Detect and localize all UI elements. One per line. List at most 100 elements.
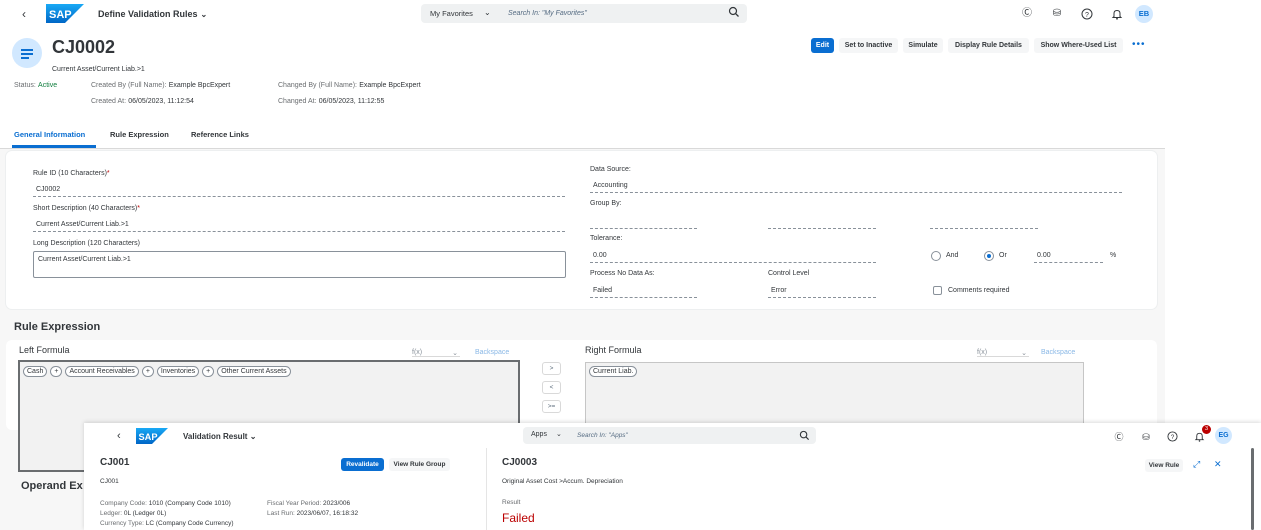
- last-run-field: Last Run: 2023/06/07, 16:18:32: [267, 510, 359, 517]
- more-icon[interactable]: •••: [1132, 39, 1146, 50]
- left-formula-label: Left Formula: [19, 345, 70, 355]
- operator-greater-button[interactable]: >: [542, 362, 561, 375]
- token-plus[interactable]: +: [202, 366, 215, 377]
- page-title: CJ0002: [52, 37, 116, 57]
- tolerance-input[interactable]: 0.00: [590, 250, 876, 263]
- created-at-field: Created At: 06/05/2023, 11:12:54: [91, 98, 194, 105]
- group-by-input-1[interactable]: [590, 216, 697, 229]
- tab-rule-expression[interactable]: Rule Expression: [110, 130, 169, 139]
- chevron-down-icon[interactable]: ⌄: [556, 430, 562, 438]
- app-title-menu[interactable]: Validation Result ⌄: [183, 432, 256, 441]
- left-rule-title: CJ001: [100, 457, 130, 468]
- changed-by-field: Changed By (Full Name): Example BpcExper…: [278, 82, 421, 89]
- scrollbar[interactable]: [1251, 448, 1254, 530]
- token-current-liab[interactable]: Current Liab.: [589, 366, 638, 377]
- control-level-select[interactable]: Error: [768, 285, 876, 298]
- revalidate-button[interactable]: Revalidate: [341, 458, 384, 471]
- process-no-data-label: Process No Data As:: [590, 270, 655, 277]
- avatar[interactable]: EB: [1135, 5, 1153, 23]
- operator-greater-equal-button[interactable]: >=: [542, 400, 561, 413]
- view-rule-group-button[interactable]: View Rule Group: [389, 458, 450, 471]
- rule-expression-title: Rule Expression: [14, 321, 101, 333]
- bell-icon[interactable]: [1111, 8, 1123, 20]
- comments-required-checkbox[interactable]: [933, 286, 942, 295]
- changed-at-field: Changed At: 06/05/2023, 11:12:55: [278, 98, 385, 105]
- token-cash[interactable]: Cash: [23, 366, 48, 377]
- or-radio[interactable]: [984, 251, 994, 261]
- group-by-input-2[interactable]: [768, 216, 876, 229]
- pane-divider: [486, 448, 487, 530]
- currency-type-field: Currency Type: LC (Company Code Currency…: [100, 520, 234, 527]
- status-field: Status: Active: [14, 82, 58, 89]
- left-rule-subtitle: CJ001: [100, 478, 119, 485]
- fiscal-year-period-field: Fiscal Year Period: 2023/006: [267, 500, 351, 507]
- app-title: Define Validation Rules: [98, 9, 198, 19]
- expand-icon[interactable]: ⤢: [1193, 459, 1200, 470]
- joule-icon[interactable]: Ⓒ: [1021, 8, 1033, 20]
- search-scope-select[interactable]: My Favorites: [430, 9, 473, 18]
- where-used-button[interactable]: Show Where-Used List: [1034, 38, 1123, 53]
- chevron-down-icon: ⌄: [1021, 350, 1027, 357]
- process-no-data-select[interactable]: Failed: [590, 285, 697, 298]
- token-account-receivables[interactable]: Account Receivables: [65, 366, 139, 377]
- token-plus[interactable]: +: [50, 366, 63, 377]
- back-icon[interactable]: ‹: [22, 7, 26, 21]
- result-value: Failed: [502, 511, 535, 525]
- right-rule-title: CJ0003: [502, 457, 538, 468]
- company-code-field: Company Code: 1010 (Company Code 1010): [100, 500, 231, 507]
- help-icon[interactable]: ?: [1167, 431, 1178, 442]
- chevron-down-icon[interactable]: ⌄: [484, 8, 491, 17]
- right-fx-select[interactable]: f(x) ⌄: [977, 349, 1029, 357]
- search-input[interactable]: Search In: "My Favorites": [508, 10, 587, 17]
- help-icon[interactable]: ?: [1081, 8, 1093, 20]
- notification-count-badge: 3: [1202, 425, 1211, 434]
- search-icon[interactable]: [728, 6, 740, 18]
- sap-logo: SAP: [46, 4, 84, 23]
- rule-object-icon: [12, 38, 42, 68]
- svg-text:?: ?: [1085, 12, 1089, 19]
- feedback-icon[interactable]: ⛁: [1140, 431, 1152, 443]
- search-icon[interactable]: [799, 430, 810, 441]
- search-bar: [523, 427, 816, 444]
- token-inventories[interactable]: Inventories: [156, 366, 200, 377]
- percent-label: %: [1110, 252, 1117, 259]
- display-rule-details-button[interactable]: Display Rule Details: [948, 38, 1029, 53]
- set-inactive-button[interactable]: Set to Inactive: [839, 38, 898, 53]
- data-source-input[interactable]: Accounting: [590, 180, 1122, 193]
- simulate-button[interactable]: Simulate: [903, 38, 943, 53]
- tolerance-percent-input[interactable]: 0.00: [1034, 250, 1103, 263]
- tolerance-label: Tolerance:: [590, 235, 623, 242]
- close-icon[interactable]: ✕: [1214, 459, 1222, 470]
- token-other-current-assets[interactable]: Other Current Assets: [217, 366, 291, 377]
- right-backspace-button[interactable]: Backspace: [1041, 349, 1075, 356]
- feedback-icon[interactable]: ⛁: [1051, 8, 1063, 20]
- long-description-textarea[interactable]: Current Asset/Current Liab.>1: [33, 251, 566, 278]
- left-backspace-button[interactable]: Backspace: [475, 349, 509, 356]
- and-label: And: [946, 252, 959, 259]
- chevron-down-icon: ⌄: [200, 10, 208, 19]
- view-rule-button[interactable]: View Rule: [1145, 459, 1183, 472]
- avatar[interactable]: EG: [1215, 427, 1232, 444]
- search-input[interactable]: Search In: "Apps": [577, 432, 628, 439]
- tab-reference-links[interactable]: Reference Links: [191, 130, 249, 139]
- app-title-menu[interactable]: Define Validation Rules ⌄: [98, 9, 207, 19]
- right-formula-box[interactable]: Current Liab.: [585, 362, 1084, 424]
- operator-less-button[interactable]: <: [542, 381, 561, 394]
- joule-icon[interactable]: Ⓒ: [1113, 431, 1125, 443]
- back-icon[interactable]: ‹: [117, 430, 121, 442]
- data-source-label: Data Source:: [590, 166, 631, 173]
- comments-required-label: Comments required: [948, 287, 1010, 294]
- rule-id-label: Rule ID (10 Characters)*: [33, 170, 110, 177]
- short-description-label: Short Description (40 Characters)*: [33, 205, 140, 212]
- token-plus[interactable]: +: [141, 366, 154, 377]
- edit-button[interactable]: Edit: [811, 38, 834, 53]
- tab-general-information[interactable]: General Information: [14, 130, 85, 139]
- left-fx-select[interactable]: f(x) ⌄: [412, 349, 460, 357]
- rule-id-input[interactable]: CJ0002: [33, 184, 565, 197]
- group-by-input-3[interactable]: [930, 216, 1038, 229]
- created-by-field: Created By (Full Name): Example BpcExper…: [91, 82, 231, 89]
- search-scope-select[interactable]: Apps: [531, 431, 547, 438]
- short-description-input[interactable]: Current Asset/Current Liab.>1: [33, 219, 565, 232]
- and-radio[interactable]: [931, 251, 941, 261]
- operand-section-title: Operand Ex: [21, 480, 83, 492]
